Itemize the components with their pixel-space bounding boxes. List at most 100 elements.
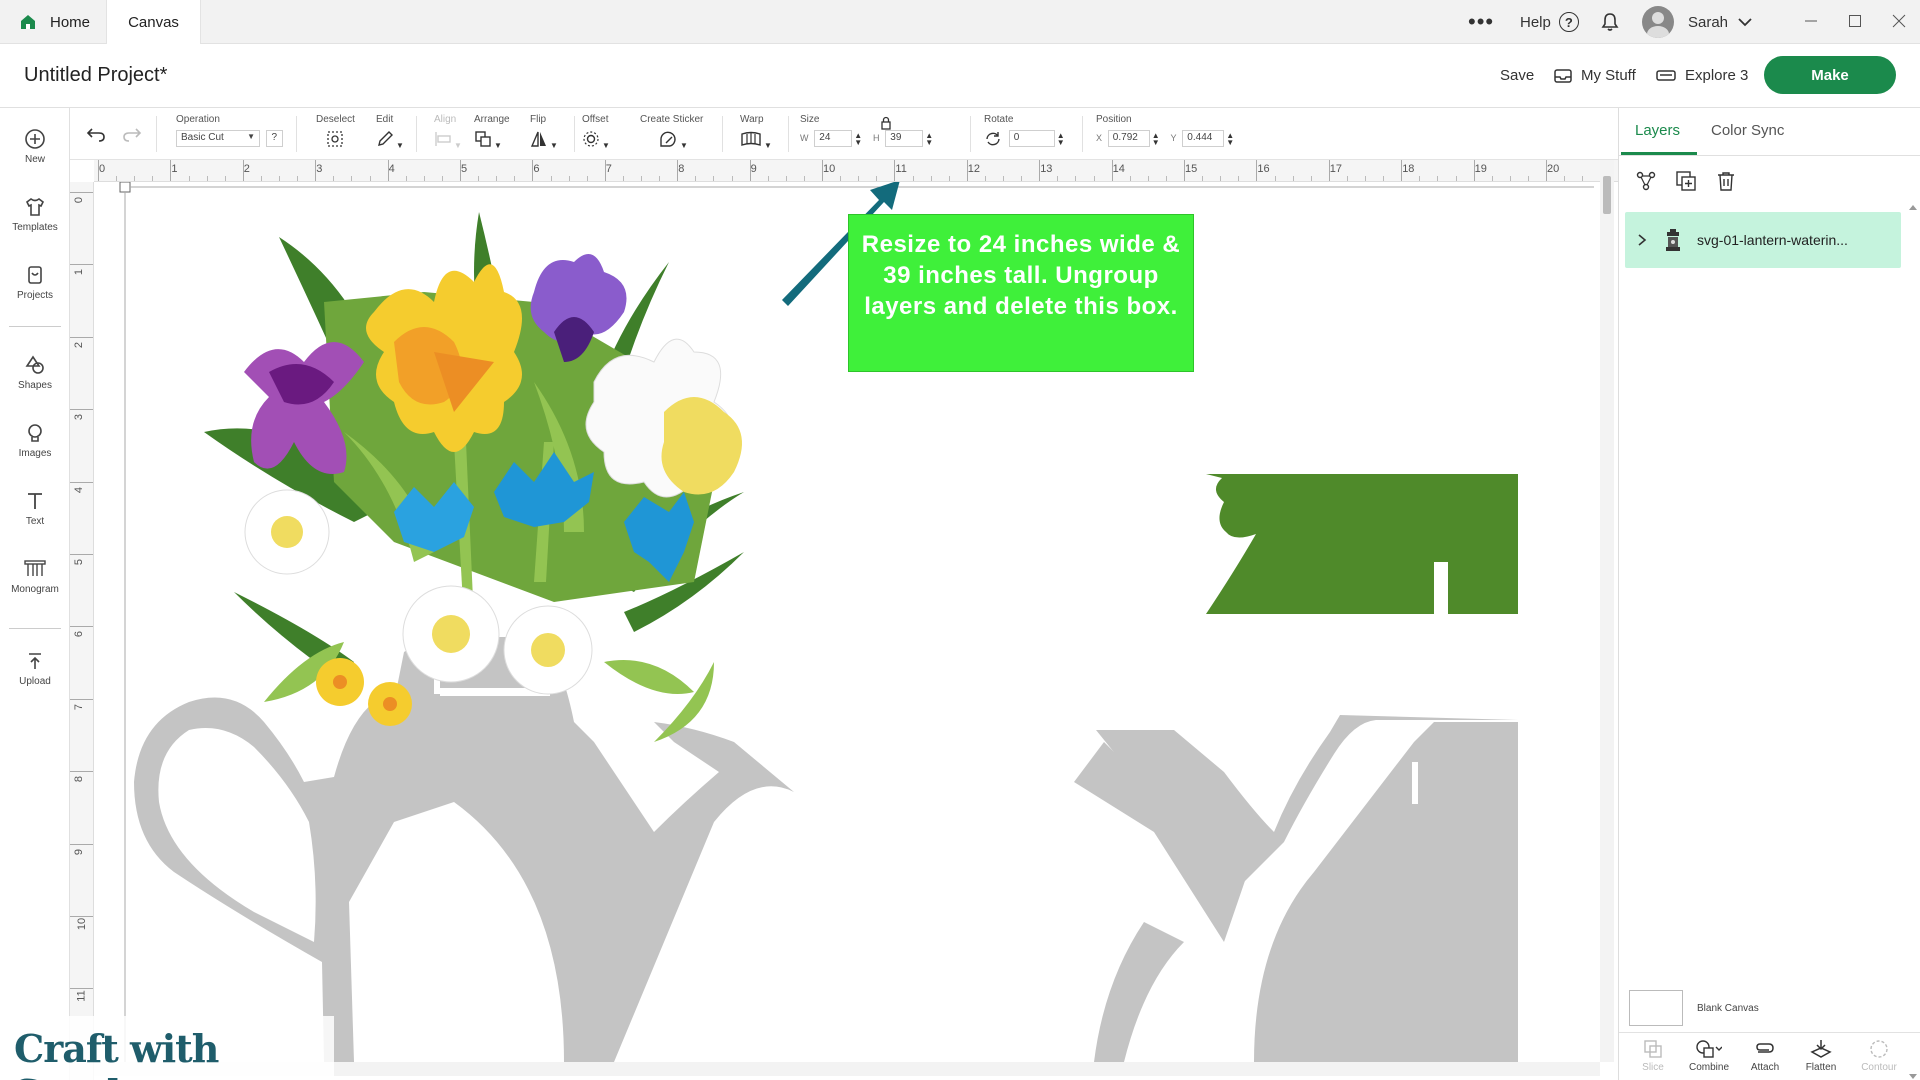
slice-button[interactable]: Slice [1623, 1039, 1683, 1073]
machine-selector[interactable]: Explore 3 [1656, 67, 1748, 84]
ruler-minor-tick [1419, 176, 1421, 181]
ruler-tick [822, 160, 823, 181]
attach-label: Attach [1750, 1062, 1780, 1073]
combine-icon [1696, 1040, 1722, 1058]
selection-handle[interactable] [119, 182, 131, 193]
operation-label: Operation [176, 114, 220, 125]
flip-icon [530, 131, 546, 147]
trash-icon[interactable] [1715, 170, 1737, 192]
tab-canvas[interactable]: Canvas [106, 0, 201, 45]
width-input[interactable]: 24 [814, 130, 853, 147]
lantern-thumbnail-icon [1666, 229, 1680, 251]
tab-color-sync[interactable]: Color Sync [1711, 122, 1784, 139]
arrange-button[interactable]: Arrange ▼ [474, 114, 510, 151]
width-stepper[interactable]: ▲ ▼ [854, 131, 862, 146]
sidebar-label-upload: Upload [19, 676, 51, 687]
chevron-right-icon[interactable] [1637, 234, 1647, 246]
ruler-tick [1473, 160, 1475, 181]
group-icon[interactable] [1635, 170, 1657, 192]
layer-item[interactable]: svg-01-lantern-waterin... [1625, 212, 1901, 268]
sidebar-item-text[interactable]: Text [0, 490, 70, 527]
y-input[interactable]: 0.444 [1182, 130, 1225, 147]
deselect-button[interactable]: Deselect [316, 114, 355, 151]
notifications-button[interactable] [1600, 0, 1620, 44]
more-options-button[interactable]: ••• [1468, 0, 1494, 44]
blank-canvas-swatch[interactable] [1629, 990, 1683, 1026]
minimize-icon[interactable] [1804, 14, 1818, 28]
ruler-minor-tick [803, 176, 805, 181]
duplicate-icon[interactable] [1675, 170, 1697, 192]
make-button[interactable]: Make [1764, 56, 1896, 94]
ruler-minor-tick [984, 176, 986, 181]
machine-label: Explore 3 [1685, 67, 1749, 84]
save-button[interactable]: Save [1500, 67, 1534, 84]
my-stuff-button[interactable]: My Stuff [1554, 67, 1636, 84]
operation-select[interactable]: Basic Cut ▼ [176, 130, 260, 147]
sidebar-item-projects[interactable]: Projects [0, 264, 70, 301]
user-menu[interactable]: Sarah [1642, 0, 1752, 44]
sidebar-item-images[interactable]: Images [0, 422, 70, 459]
offset-button[interactable]: Offset ▼ [582, 114, 610, 151]
lantern-top-piece[interactable] [1206, 474, 1518, 626]
sidebar-item-shapes[interactable]: Shapes [0, 354, 70, 391]
panel-bottom-actions: Slice Combine Attach Flatten Contour [1619, 1032, 1920, 1080]
maximize-icon[interactable] [1848, 14, 1862, 28]
ruler-minor-tick [423, 176, 425, 181]
arrange-label: Arrange [474, 114, 510, 125]
design-artwork[interactable] [94, 182, 1594, 1062]
ruler-tick [1256, 160, 1258, 181]
panel-divider [1619, 155, 1920, 156]
align-button[interactable]: Align ▼ [434, 114, 462, 151]
y-stepper[interactable]: ▲ ▼ [1226, 131, 1234, 146]
instruction-callout: Resize to 24 inches wide & 39 inches tal… [848, 214, 1194, 372]
machine-icon [1656, 69, 1676, 81]
vertical-scrollbar[interactable] [1600, 160, 1614, 1062]
ruler-tick [70, 192, 93, 193]
ruler-minor-tick [767, 176, 769, 181]
combine-button[interactable]: Combine [1679, 1039, 1739, 1073]
sidebar-item-monogram[interactable]: Monogram [0, 558, 70, 595]
ruler-minor-tick [1274, 176, 1276, 181]
x-input[interactable]: 0.792 [1107, 130, 1150, 147]
ruler-tick [70, 264, 93, 266]
operation-help-button[interactable]: ? [265, 130, 283, 147]
contour-button[interactable]: Contour [1849, 1039, 1909, 1073]
blank-canvas-toggle[interactable]: Blank Canvas [1629, 990, 1759, 1026]
offset-icon [583, 131, 599, 147]
text-icon [28, 493, 42, 509]
ruler-minor-tick [1564, 176, 1566, 181]
ruler-minor-tick [134, 176, 136, 181]
sidebar-item-upload[interactable]: Upload [0, 650, 70, 687]
width-label: W [800, 133, 809, 144]
help-icon: ? [1558, 12, 1579, 32]
flip-button[interactable]: Flip ▼ [530, 114, 558, 151]
redo-icon[interactable] [122, 126, 142, 142]
height-input[interactable]: 39 [885, 130, 924, 147]
warp-icon [741, 131, 761, 146]
height-stepper[interactable]: ▲ ▼ [925, 131, 933, 146]
warp-button[interactable]: Warp ▼ [740, 114, 772, 151]
close-icon[interactable] [1892, 14, 1906, 28]
x-stepper[interactable]: ▲ ▼ [1152, 131, 1160, 146]
flower-bouquet[interactable] [204, 212, 744, 742]
sidebar-item-templates[interactable]: Templates [0, 196, 70, 233]
undo-icon[interactable] [86, 126, 106, 142]
rotate-input[interactable]: 0 [1008, 130, 1055, 147]
create-sticker-button[interactable]: Create Sticker ▼ [640, 114, 703, 151]
attach-button[interactable]: Attach [1735, 1039, 1795, 1073]
scroll-thumb[interactable] [1603, 176, 1611, 214]
panel-scrollbar[interactable] [1907, 204, 1919, 1080]
design-canvas[interactable]: 0 1 2 3 4 5 6 7 8 9 10 11 12 13 14 15 16 17 18 19 20 0123456… [70, 160, 1618, 1080]
lock-icon[interactable] [880, 116, 892, 130]
tab-home[interactable]: Home [12, 0, 102, 44]
scroll-up-icon[interactable] [1909, 204, 1917, 212]
monogram-icon [24, 560, 46, 576]
sidebar-item-new[interactable]: New [0, 128, 70, 165]
rotate-stepper[interactable]: ▲ ▼ [1057, 131, 1065, 146]
tab-layers[interactable]: Layers [1635, 122, 1680, 139]
help-button[interactable]: Help ? [1520, 0, 1579, 44]
edit-button[interactable]: Edit ▼ [376, 114, 404, 151]
ruler-tick-label: 7 [605, 163, 612, 175]
flatten-button[interactable]: Flatten [1791, 1039, 1851, 1073]
ruler-minor-tick [785, 176, 787, 181]
